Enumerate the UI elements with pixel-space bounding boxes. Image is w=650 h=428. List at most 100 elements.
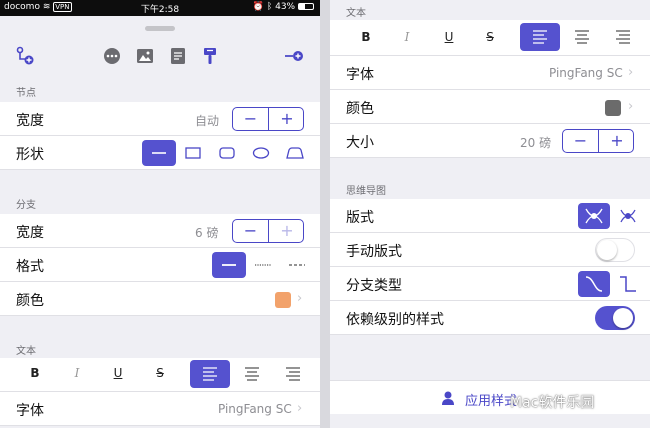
branch-width-decrement-button[interactable]: − [233, 220, 269, 242]
add-subtopic-icon[interactable] [14, 46, 34, 66]
layout-balanced-option[interactable] [578, 203, 610, 229]
font-label: 字体 [16, 403, 44, 419]
text-color-label: 颜色 [346, 101, 374, 117]
text-section-header: 文本 [16, 346, 36, 357]
branch-solid-option[interactable] [212, 252, 246, 278]
text-size-row: 大小 20 磅 − + [330, 124, 650, 158]
align-right-icon [286, 367, 300, 381]
branch-type-label: 分支类型 [346, 278, 402, 294]
manual-layout-toggle[interactable] [595, 238, 635, 262]
branch-width-row: 宽度 6 磅 − + [0, 214, 320, 248]
text-format-row: B I U S [330, 20, 650, 56]
text-format-row: B I U S [0, 358, 320, 392]
align-left-button[interactable] [520, 23, 560, 51]
branch-color-swatch[interactable] [275, 292, 291, 308]
branch-style-row: 格式 [0, 248, 320, 282]
text-size-decrement-button[interactable]: − [563, 130, 599, 152]
chevron-right-icon: › [297, 291, 303, 306]
shape-ellipse-option[interactable] [244, 140, 278, 166]
text-size-stepper: − + [562, 129, 634, 153]
italic-button[interactable]: I [67, 366, 87, 380]
strikethrough-button[interactable]: S [150, 366, 170, 380]
apply-style-button[interactable]: 应用样式 [330, 380, 650, 414]
toolbar [0, 40, 320, 74]
text-section-header: 文本 [346, 8, 366, 19]
shape-rounded-option[interactable] [210, 140, 244, 166]
status-bar: docomo ≋ VPN 下午2:58 ⏰ ᛒ 43% [0, 0, 320, 16]
align-left-icon [533, 30, 547, 44]
ellipse-shape-icon [252, 147, 270, 159]
text-size-increment-button[interactable]: + [599, 130, 633, 152]
toggle-knob [613, 308, 633, 328]
branch-width-value: 6 磅 [195, 226, 219, 240]
branch-width-stepper: − + [232, 219, 304, 243]
node-shape-row: 形状 [0, 136, 320, 170]
curved-branch-icon [585, 276, 603, 292]
toggle-knob [597, 240, 617, 260]
sheet-grabber[interactable] [145, 26, 175, 31]
image-icon[interactable] [135, 46, 155, 66]
user-icon [442, 391, 454, 405]
align-right-button[interactable] [603, 23, 643, 51]
branch-dotted-option[interactable] [246, 252, 280, 278]
rounded-rectangle-icon [219, 147, 235, 159]
dotted-line-icon [255, 264, 271, 266]
font-row[interactable]: 字体 PingFang SC › [0, 392, 320, 426]
logic-map-icon [620, 209, 636, 223]
branch-width-increment-button[interactable]: + [269, 220, 303, 242]
align-left-icon [203, 367, 217, 381]
underline-button[interactable]: U [439, 30, 459, 44]
font-row[interactable]: 字体 PingFang SC › [330, 56, 650, 90]
style-sheet: 节点 宽度 自动 − + 形状 分支 宽度 6 磅 − + 格式 颜色 › 文本… [0, 20, 320, 428]
node-width-row: 宽度 自动 − + [0, 102, 320, 136]
node-width-increment-button[interactable]: + [269, 108, 303, 130]
style-brush-icon[interactable] [200, 46, 220, 66]
line-shape-icon [152, 152, 166, 154]
shape-rectangle-option[interactable] [176, 140, 210, 166]
node-shape-label: 形状 [16, 147, 44, 163]
branch-curved-option[interactable] [578, 271, 610, 297]
manual-layout-row: 手动版式 [330, 233, 650, 267]
chevron-right-icon: › [297, 401, 303, 416]
branch-style-label: 格式 [16, 259, 44, 275]
battery-indicator: ⏰ ᛒ 43% [253, 2, 314, 12]
watermark: Mac软件乐园 [510, 395, 595, 411]
align-left-button[interactable] [190, 360, 230, 388]
branch-dashed-option[interactable] [280, 252, 314, 278]
align-center-button[interactable] [232, 360, 272, 388]
dashed-line-icon [289, 264, 305, 266]
bold-button[interactable]: B [356, 30, 376, 44]
rectangle-shape-icon [185, 147, 201, 159]
mindmap-section-header: 思维导图 [346, 186, 386, 197]
align-center-icon [575, 30, 589, 44]
italic-button[interactable]: I [397, 30, 417, 44]
strikethrough-button[interactable]: S [480, 30, 500, 44]
more-icon[interactable] [102, 46, 122, 66]
add-topic-icon[interactable] [284, 46, 304, 66]
battery-icon [298, 3, 314, 10]
text-color-row[interactable]: 颜色 › [330, 90, 650, 124]
layout-label: 版式 [346, 210, 374, 226]
elbow-branch-icon [620, 276, 636, 292]
balanced-map-icon [585, 208, 603, 224]
shape-none-option[interactable] [142, 140, 176, 166]
level-style-label: 依赖级别的样式 [346, 312, 444, 328]
font-value: PingFang SC [549, 66, 623, 80]
node-width-value: 自动 [195, 114, 220, 128]
note-icon[interactable] [168, 46, 188, 66]
shape-cloud-option[interactable] [278, 140, 312, 166]
text-color-swatch[interactable] [605, 100, 621, 116]
align-right-icon [616, 30, 630, 44]
branch-elbow-option[interactable] [612, 271, 644, 297]
font-value: PingFang SC [218, 402, 292, 416]
underline-button[interactable]: U [108, 366, 128, 380]
align-right-button[interactable] [273, 360, 313, 388]
align-center-button[interactable] [562, 23, 602, 51]
bold-button[interactable]: B [25, 366, 45, 380]
node-width-decrement-button[interactable]: − [233, 108, 269, 130]
branch-color-row[interactable]: 颜色 › [0, 282, 320, 316]
chevron-right-icon: › [628, 99, 634, 114]
layout-logic-option[interactable] [612, 203, 644, 229]
bluetooth-icon: ᛒ [266, 2, 273, 12]
level-style-toggle[interactable] [595, 306, 635, 330]
